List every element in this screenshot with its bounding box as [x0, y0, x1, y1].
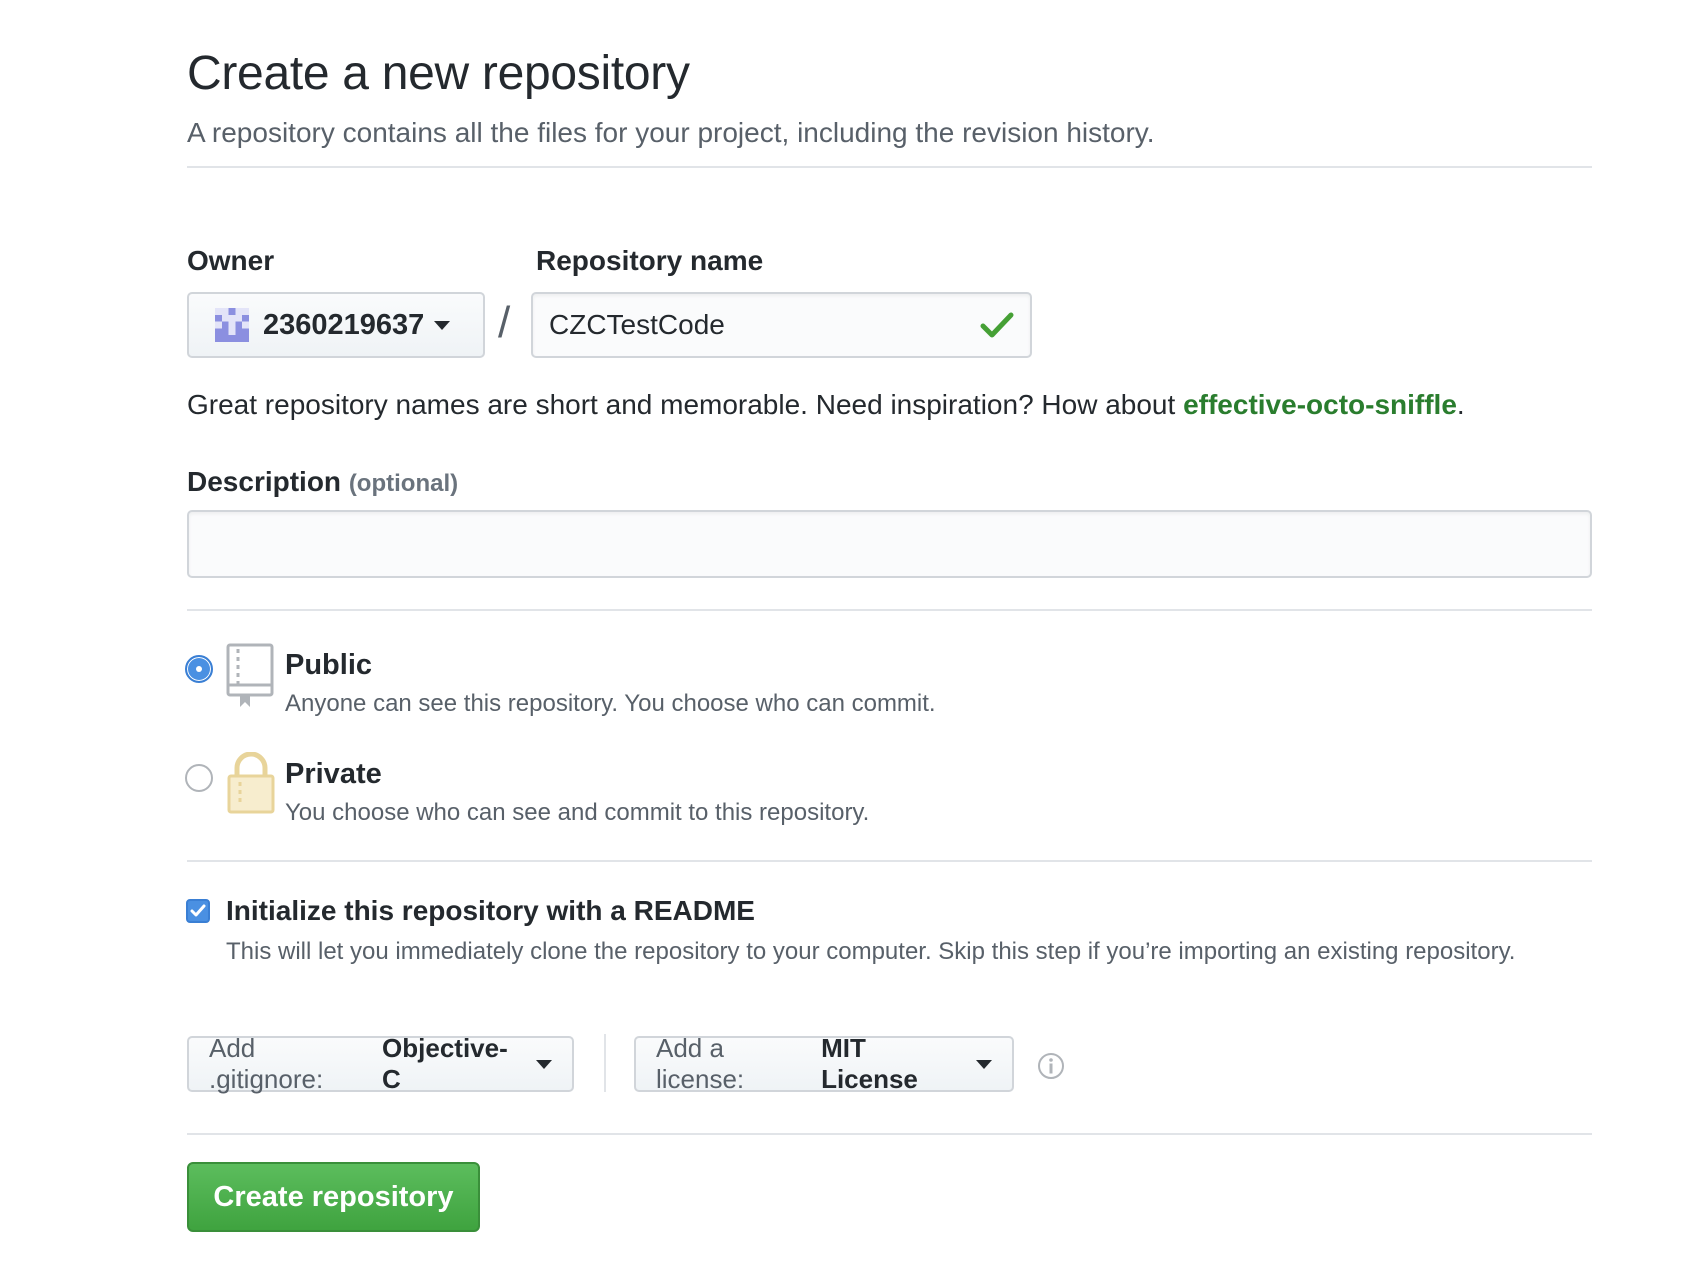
dropdown-divider — [604, 1034, 606, 1092]
license-select[interactable]: Add a license: MIT License — [634, 1033, 1014, 1094]
header-divider — [187, 166, 1592, 168]
chevron-down-icon — [434, 320, 451, 330]
repo-name-label: Repository name — [536, 245, 764, 276]
license-prefix: Add a license: — [656, 1033, 745, 1094]
description-divider — [187, 609, 1592, 611]
optional-tag: (optional) — [348, 470, 459, 497]
create-repository-button[interactable]: Create repository — [187, 1162, 480, 1232]
page-title: Create a new repository — [187, 47, 690, 100]
footer-divider — [187, 1133, 1592, 1135]
radio-public[interactable] — [185, 655, 213, 683]
checkmark-icon — [190, 904, 206, 917]
init-readme-title: Initialize this repository with a README — [226, 895, 755, 926]
description-input[interactable] — [187, 510, 1592, 578]
private-title: Private — [285, 758, 382, 790]
chevron-down-icon — [536, 1059, 552, 1069]
owner-repo-separator: / — [498, 298, 511, 347]
visibility-divider — [187, 860, 1592, 862]
name-suggestion-link[interactable]: effective-octo-sniffle — [1183, 389, 1457, 420]
chevron-down-icon — [976, 1059, 992, 1069]
identicon-avatar — [215, 308, 249, 342]
repo-book-icon — [226, 643, 274, 707]
init-readme-desc: This will let you immediately clone the … — [226, 938, 1516, 965]
radio-private[interactable] — [185, 764, 213, 792]
owner-value: 2360219637 — [263, 308, 425, 341]
private-desc: You choose who can see and commit to thi… — [285, 799, 870, 826]
public-desc: Anyone can see this repository. You choo… — [285, 690, 936, 717]
hint-text: Great repository names are short and mem… — [187, 389, 1184, 420]
name-hint: Great repository names are short and mem… — [187, 389, 1465, 421]
lock-icon — [227, 752, 275, 814]
check-icon — [980, 312, 1014, 338]
hint-suffix: . — [1456, 389, 1465, 420]
init-readme-checkbox[interactable] — [186, 899, 210, 923]
gitignore-select[interactable]: Add .gitignore: Objective-C — [187, 1033, 574, 1094]
gitignore-prefix: Add .gitignore: — [209, 1033, 324, 1094]
public-title: Public — [285, 649, 373, 681]
license-value: MIT License — [821, 1033, 918, 1094]
info-icon[interactable] — [1037, 1052, 1065, 1080]
page-subtitle: A repository contains all the files for … — [187, 117, 1155, 148]
description-label: Description (optional) — [187, 466, 458, 498]
owner-select[interactable]: 2360219637 — [187, 292, 485, 358]
repo-name-field — [531, 292, 1032, 358]
gitignore-value: Objective-C — [382, 1033, 508, 1094]
description-label-text: Description — [187, 466, 342, 497]
owner-label: Owner — [187, 245, 275, 276]
repo-name-input[interactable] — [533, 294, 953, 356]
